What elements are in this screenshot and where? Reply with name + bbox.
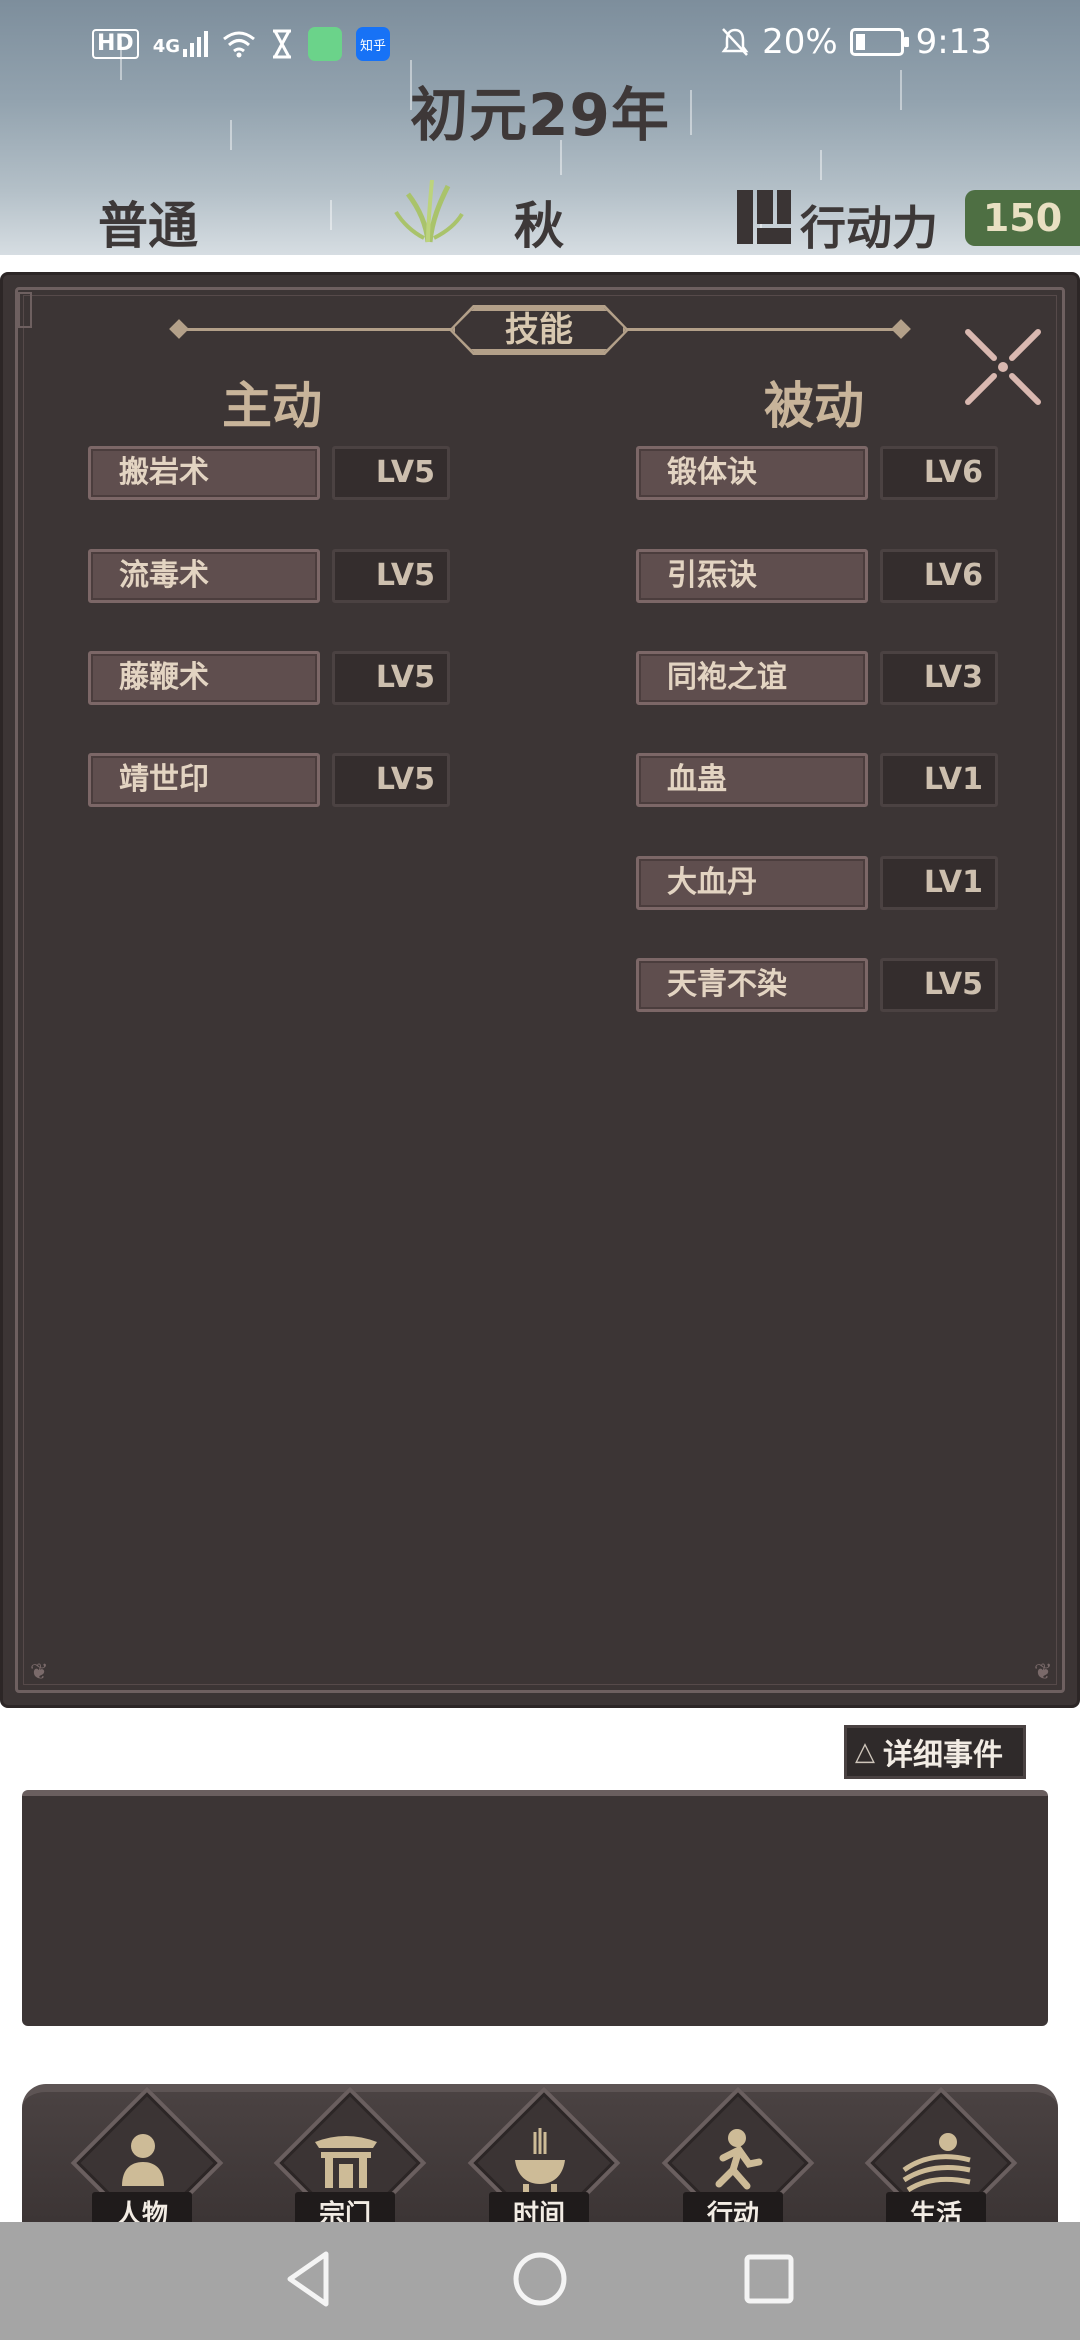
skill-name[interactable]: 大血丹 (636, 856, 868, 910)
back-icon[interactable] (274, 2244, 344, 2314)
year-title: 初元29年 (410, 81, 670, 149)
4g-signal-icon: 4G (153, 31, 208, 57)
bell-muted-icon (721, 28, 749, 56)
skill-name[interactable]: 同袍之谊 (636, 651, 868, 705)
difficulty-label: 普通 (98, 197, 198, 255)
skill-level: LV5 (880, 958, 998, 1012)
skill-level: LV5 (332, 753, 450, 807)
sect-gate-icon (315, 2136, 377, 2188)
incense-burner-icon (515, 2128, 565, 2192)
close-icon[interactable] (962, 326, 1044, 408)
event-details-label: 详细事件 (883, 1738, 1003, 1773)
home-icon[interactable] (505, 2244, 575, 2314)
life-landscape-icon (902, 2133, 971, 2193)
zhihu-app-icon: 知乎 (356, 27, 390, 61)
skill-level: LV1 (880, 856, 998, 910)
season-label: 秋 (514, 197, 564, 255)
skill-name[interactable]: 藤鞭术 (88, 651, 320, 705)
skill-name[interactable]: 靖世印 (88, 753, 320, 807)
recents-icon[interactable] (734, 2244, 804, 2314)
clock: 9:13 (915, 22, 992, 62)
app-icon (308, 27, 342, 61)
person-icon (122, 2134, 164, 2186)
passive-skills-header: 被动 (764, 377, 864, 435)
skill-name[interactable]: 天青不染 (636, 958, 868, 1012)
skill-level: LV3 (880, 651, 998, 705)
action-points-value: 150 (965, 190, 1080, 246)
event-log-box (22, 1790, 1048, 2026)
battery-percent: 20% (762, 22, 838, 62)
hd-icon: HD (92, 29, 139, 59)
skill-name[interactable]: 锻体诀 (636, 446, 868, 500)
skill-name[interactable]: 引炁诀 (636, 549, 868, 603)
wifi-icon (223, 31, 255, 58)
nav-item-time[interactable]: 时间 (465, 2086, 621, 2240)
skill-level: LV1 (880, 753, 998, 807)
skill-level: LV6 (880, 549, 998, 603)
nav-item-person[interactable]: 人物 (68, 2086, 224, 2240)
panel-corner-ornament: ❦ (1034, 1660, 1053, 1685)
action-runner-icon (715, 2129, 763, 2190)
skill-name[interactable]: 流毒术 (88, 549, 320, 603)
action-points-icon (737, 190, 791, 244)
autumn-plant-icon (394, 179, 464, 243)
system-navigation-bar (0, 2222, 1080, 2340)
nav-item-action[interactable]: 行动 (659, 2086, 815, 2240)
hourglass-icon (273, 29, 291, 59)
event-details-button[interactable]: △ 详细事件 (844, 1725, 1026, 1779)
triangle-icon: △ (855, 1737, 875, 1767)
nav-item-sect[interactable]: 宗门 (271, 2086, 427, 2240)
weather-header: HD 4G 知乎 20% 9:13 初元29年 普通 秋 行动力 150 (0, 0, 1080, 255)
skill-level: LV5 (332, 549, 450, 603)
network-type-label: 4G (152, 36, 180, 57)
skill-level: LV5 (332, 651, 450, 705)
action-points-label: 行动力 (800, 201, 938, 255)
panel-corner-ornament: ❦ (30, 1660, 49, 1685)
skill-name[interactable]: 血蛊 (636, 753, 868, 807)
status-bar-left: HD 4G 知乎 (92, 24, 390, 64)
panel-title: 技能 (452, 308, 626, 352)
active-skills-header: 主动 (222, 377, 322, 435)
panel-title-ornament: 技能 (0, 304, 1080, 356)
skill-level: LV6 (880, 446, 998, 500)
skill-name[interactable]: 搬岩术 (88, 446, 320, 500)
status-bar-right: 20% 9:13 (720, 18, 992, 66)
skill-level: LV5 (332, 446, 450, 500)
battery-icon (849, 28, 909, 56)
nav-item-life[interactable]: 生活 (862, 2086, 1018, 2240)
